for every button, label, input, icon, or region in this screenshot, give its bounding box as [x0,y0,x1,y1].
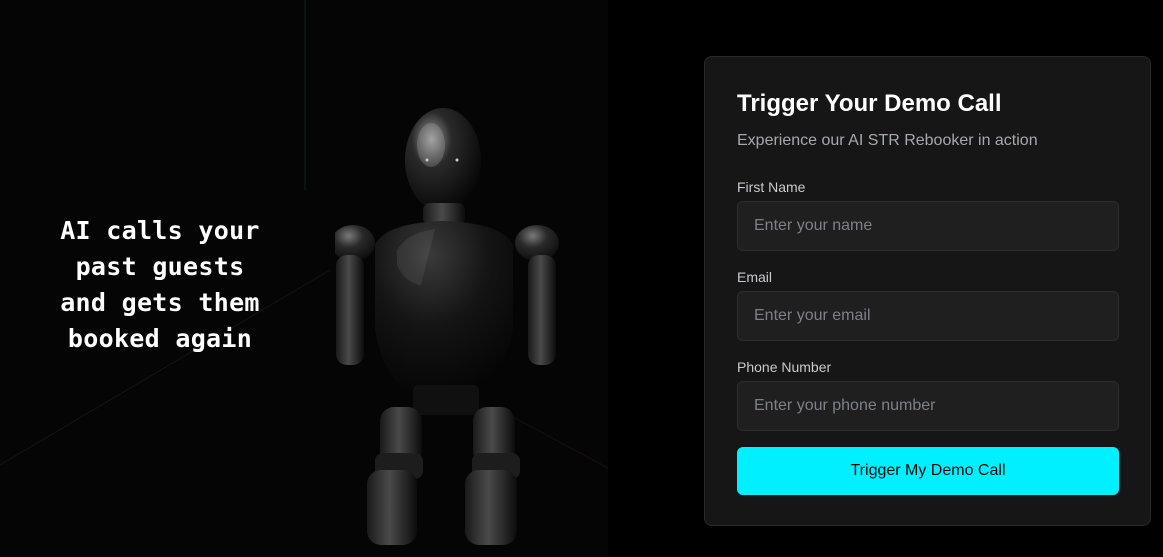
form-subtitle: Experience our AI STR Rebooker in action [737,132,1038,149]
email-input[interactable] [737,291,1119,341]
hero-headline: AI calls your past guests and gets them … [40,213,280,357]
phone-number-label: Phone Number [737,359,832,375]
demo-call-form: Trigger Your Demo Call Experience our AI… [704,56,1151,526]
form-title: Trigger Your Demo Call [737,90,1002,117]
hero-headline-line-3: and gets them [60,288,260,317]
hero-headline-line-2: past guests [75,252,245,281]
email-label: Email [737,269,773,285]
trigger-demo-call-button[interactable]: Trigger My Demo Call [737,447,1119,495]
first-name-label: First Name [737,179,806,195]
robot-image [335,108,559,545]
hero-headline-line-1: AI calls your [60,216,260,245]
phone-number-input[interactable] [737,381,1119,431]
first-name-input[interactable] [737,201,1119,251]
hero-headline-line-4: booked again [67,324,253,353]
hero-section: AI calls your past guests and gets them … [0,0,608,557]
